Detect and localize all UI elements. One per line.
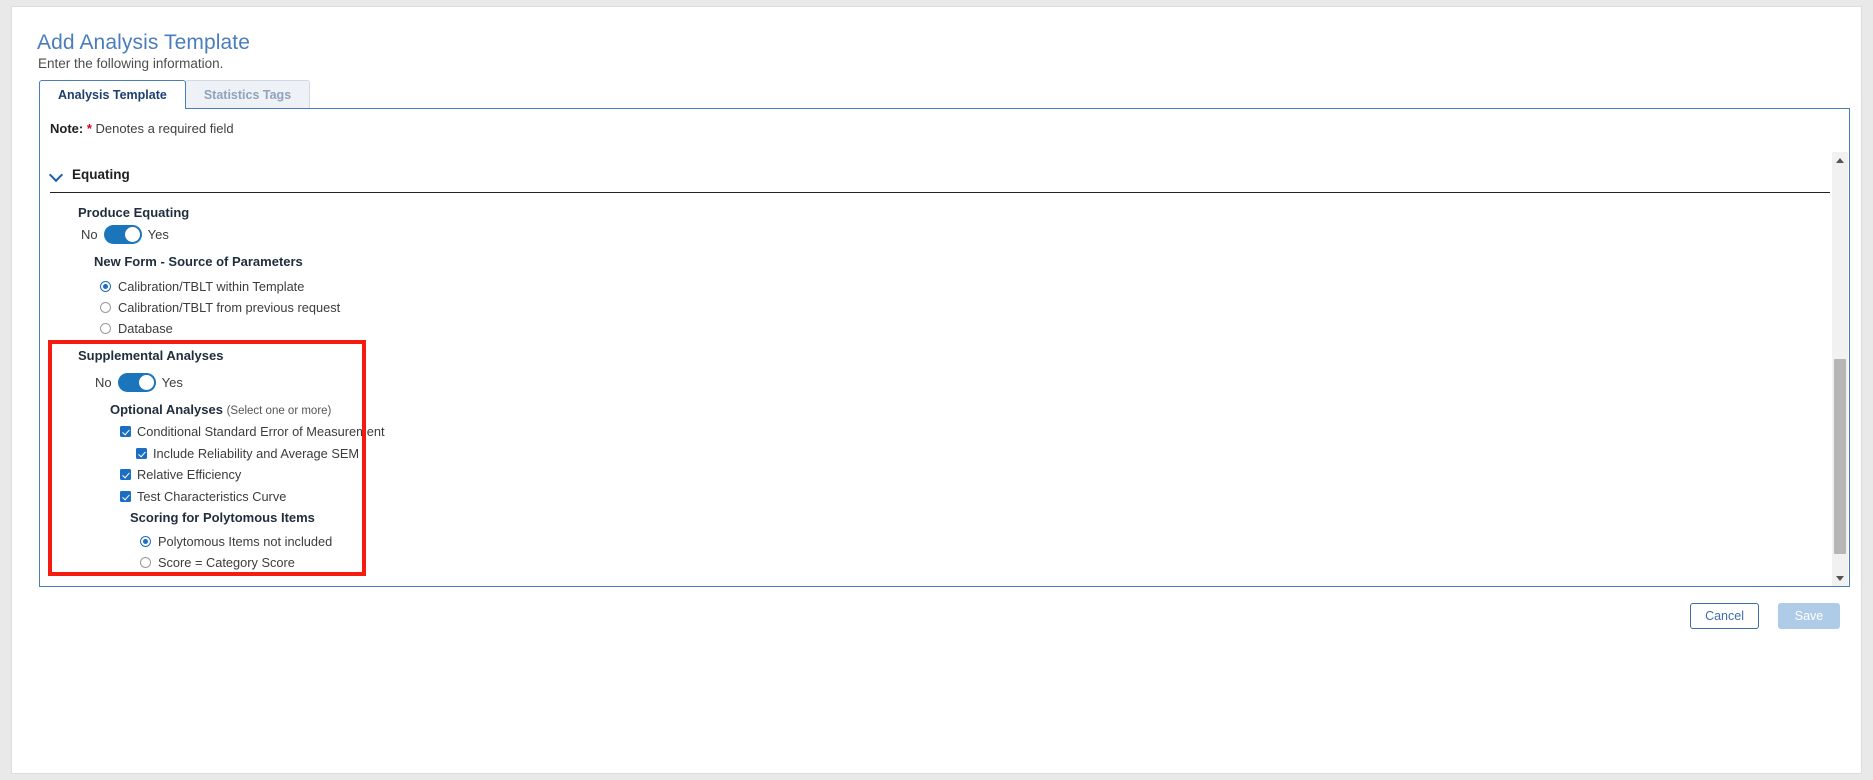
content-card: Add Analysis Template Enter the followin… xyxy=(11,6,1862,774)
radio-label: Calibration/TBLT within Template xyxy=(118,279,305,294)
form-panel-content: Note: * Denotes a required field Equatin… xyxy=(40,109,1849,586)
note-prefix: Note: xyxy=(50,121,84,136)
radio-label: Calibration/TBLT from previous request xyxy=(118,300,341,315)
radio-label: Score = Category Score xyxy=(158,555,295,570)
radio-indicator xyxy=(100,302,111,313)
tab-analysis-template-label: Analysis Template xyxy=(58,88,167,102)
vertical-scrollbar[interactable] xyxy=(1832,152,1848,586)
checkbox-label: Conditional Standard Error of Measuremen… xyxy=(137,424,385,439)
supplemental-toggle-off-label: No xyxy=(95,375,112,390)
required-asterisk: * xyxy=(86,121,92,136)
produce-equating-toggle-on-label: Yes xyxy=(147,227,169,242)
cancel-button[interactable]: Cancel xyxy=(1690,603,1759,629)
supplemental-analyses-label: Supplemental Analyses xyxy=(78,348,224,363)
supplemental-analyses-toggle-row: No Yes xyxy=(95,373,183,392)
checkbox-label: Test Characteristics Curve xyxy=(137,489,287,504)
note-text: Denotes a required field xyxy=(95,121,234,136)
tab-statistics-tags-label: Statistics Tags xyxy=(203,88,292,102)
cancel-button-label: Cancel xyxy=(1705,609,1744,623)
produce-equating-toggle[interactable] xyxy=(103,225,142,244)
produce-equating-toggle-row: No Yes xyxy=(81,225,169,244)
checkbox-indicator xyxy=(120,491,131,502)
optional-analyses-hint: (Select one or more) xyxy=(226,405,332,417)
scrollbar-thumb[interactable] xyxy=(1834,359,1846,554)
radio-indicator xyxy=(100,323,111,334)
radio-database[interactable]: Database xyxy=(100,321,173,336)
form-panel: Note: * Denotes a required field Equatin… xyxy=(39,108,1850,587)
radio-label: Polytomous Items not included xyxy=(158,534,333,549)
optional-analyses-title: Optional Analyses xyxy=(110,402,223,417)
page-subtitle: Enter the following information. xyxy=(38,56,224,71)
page-title: Add Analysis Template xyxy=(37,31,251,54)
scroll-up-arrow-icon[interactable] xyxy=(1832,152,1848,168)
section-title-equating: Equating xyxy=(72,167,130,182)
page-background: Add Analysis Template Enter the followin… xyxy=(0,0,1873,780)
radio-polytomous-not-included[interactable]: Polytomous Items not included xyxy=(140,534,332,549)
checkbox-label: Relative Efficiency xyxy=(137,467,242,482)
checkbox-conditional-sem[interactable]: Conditional Standard Error of Measuremen… xyxy=(120,424,385,439)
required-field-note: Note: * Denotes a required field xyxy=(50,121,234,136)
radio-calibration-previous-request[interactable]: Calibration/TBLT from previous request xyxy=(100,300,340,315)
radio-score-equals-category-score[interactable]: Score = Category Score xyxy=(140,555,295,570)
checkbox-indicator xyxy=(120,469,131,480)
produce-equating-label: Produce Equating xyxy=(78,205,190,220)
section-header-equating[interactable]: Equating xyxy=(50,167,130,182)
checkbox-test-characteristics-curve[interactable]: Test Characteristics Curve xyxy=(120,489,286,504)
tab-bar: Analysis Template Statistics Tags xyxy=(39,80,311,109)
checkbox-indicator xyxy=(136,448,147,459)
scroll-down-arrow-icon[interactable] xyxy=(1832,570,1848,586)
chevron-down-icon xyxy=(50,168,63,181)
scoring-polytomous-label: Scoring for Polytomous Items xyxy=(130,510,315,525)
radio-calibration-within-template[interactable]: Calibration/TBLT within Template xyxy=(100,279,304,294)
checkbox-relative-efficiency[interactable]: Relative Efficiency xyxy=(120,467,241,482)
tab-analysis-template[interactable]: Analysis Template xyxy=(39,80,186,109)
save-button[interactable]: Save xyxy=(1778,603,1840,629)
new-form-source-label: New Form - Source of Parameters xyxy=(94,254,303,269)
tab-statistics-tags[interactable]: Statistics Tags xyxy=(184,80,311,109)
checkbox-indicator xyxy=(120,426,131,437)
triangle-up-glyph xyxy=(1836,157,1844,163)
optional-analyses-label: Optional Analyses (Select one or more) xyxy=(110,402,331,417)
radio-indicator xyxy=(140,536,151,547)
checkbox-include-reliability[interactable]: Include Reliability and Average SEM xyxy=(136,446,359,461)
toggle-knob xyxy=(138,375,154,390)
radio-indicator xyxy=(100,281,111,292)
section-divider xyxy=(50,192,1830,193)
triangle-down-glyph xyxy=(1836,575,1844,581)
radio-label: Database xyxy=(118,321,173,336)
radio-indicator xyxy=(140,557,151,568)
supplemental-toggle-on-label: Yes xyxy=(161,375,183,390)
footer-actions: Cancel Save xyxy=(39,597,1850,637)
supplemental-analyses-toggle[interactable] xyxy=(117,373,156,392)
checkbox-label: Include Reliability and Average SEM xyxy=(153,446,360,461)
produce-equating-toggle-off-label: No xyxy=(81,227,98,242)
toggle-knob xyxy=(124,227,140,242)
save-button-label: Save xyxy=(1794,609,1824,623)
